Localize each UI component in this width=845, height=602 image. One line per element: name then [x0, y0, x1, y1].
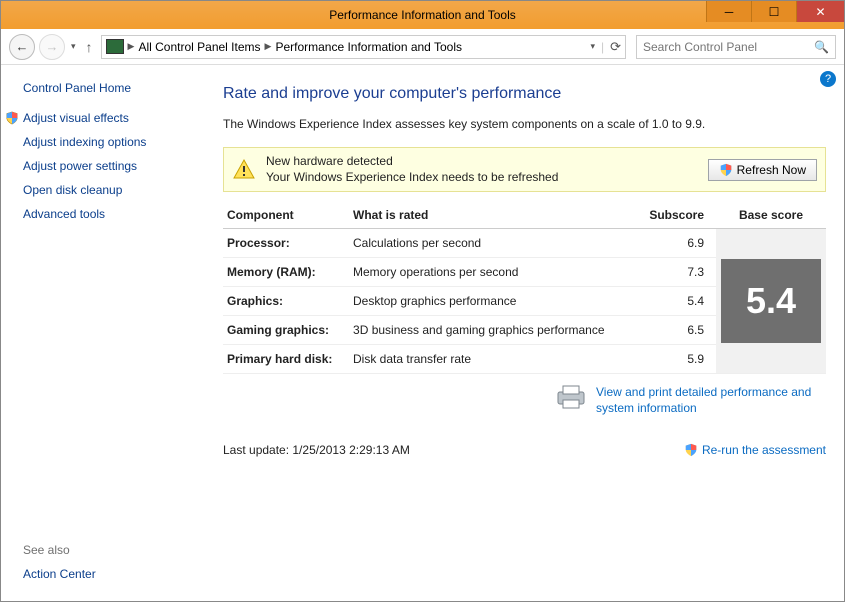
component-subscore: 5.9: [637, 345, 716, 374]
alert-line1: New hardware detected: [266, 154, 558, 170]
rerun-label: Re-run the assessment: [702, 443, 826, 457]
breadcrumb-item[interactable]: Performance Information and Tools: [275, 40, 462, 54]
component-subscore: 5.4: [637, 287, 716, 316]
sidebar-item-label: Open disk cleanup: [23, 183, 122, 197]
warning-icon: [232, 158, 256, 182]
see-also-label: See also: [23, 543, 201, 557]
back-button[interactable]: ←: [9, 34, 35, 60]
component-rated: Memory operations per second: [349, 258, 637, 287]
sidebar-item-label: Adjust power settings: [23, 159, 137, 173]
sidebar: Control Panel Home Adjust visual effects…: [1, 65, 211, 601]
component-rated: Disk data transfer rate: [349, 345, 637, 374]
computer-icon: [106, 39, 124, 54]
component-rated: 3D business and gaming graphics performa…: [349, 316, 637, 345]
history-dropdown-icon[interactable]: ▾: [69, 41, 78, 52]
component-subscore: 6.5: [637, 316, 716, 345]
component-name: Primary hard disk:: [223, 345, 349, 374]
main-content: Rate and improve your computer's perform…: [211, 65, 844, 601]
maximize-button[interactable]: ☐: [751, 1, 796, 22]
component-name: Processor:: [223, 229, 349, 258]
page-description: The Windows Experience Index assesses ke…: [223, 117, 826, 131]
performance-table: Component What is rated Subscore Base sc…: [223, 202, 826, 374]
close-button[interactable]: ✕: [796, 1, 844, 22]
component-rated: Calculations per second: [349, 229, 637, 258]
sidebar-item-label: Adjust indexing options: [23, 135, 146, 149]
refresh-button-label: Refresh Now: [737, 163, 806, 177]
component-subscore: 6.9: [637, 229, 716, 258]
sidebar-item-action-center[interactable]: Action Center: [23, 567, 201, 581]
shield-icon: [684, 443, 698, 457]
component-name: Graphics:: [223, 287, 349, 316]
col-subscore: Subscore: [637, 202, 716, 229]
up-button[interactable]: ↑: [82, 39, 97, 55]
breadcrumb[interactable]: ▶ All Control Panel Items ▶ Performance …: [101, 35, 626, 59]
chevron-down-icon[interactable]: ▾: [590, 41, 595, 52]
sidebar-item-power[interactable]: Adjust power settings: [23, 159, 201, 173]
rerun-assessment-link[interactable]: Re-run the assessment: [684, 443, 826, 457]
navbar: ← → ▾ ↑ ▶ All Control Panel Items ▶ Perf…: [1, 29, 844, 65]
col-rated: What is rated: [349, 202, 637, 229]
sidebar-item-label: Action Center: [23, 567, 96, 581]
component-rated: Desktop graphics performance: [349, 287, 637, 316]
table-row: Processor: Calculations per second 6.9 5…: [223, 229, 826, 258]
forward-button[interactable]: →: [39, 34, 65, 60]
component-name: Gaming graphics:: [223, 316, 349, 345]
sidebar-item-label: Advanced tools: [23, 207, 105, 221]
control-panel-home-link[interactable]: Control Panel Home: [23, 81, 201, 95]
col-basescore: Base score: [716, 202, 826, 229]
component-name: Memory (RAM):: [223, 258, 349, 287]
search-icon: 🔍: [814, 40, 829, 54]
alert-line2: Your Windows Experience Index needs to b…: [266, 170, 558, 186]
view-detail-link[interactable]: View and print detailed performance and …: [596, 384, 826, 416]
help-icon[interactable]: ?: [820, 71, 836, 87]
printer-icon: [554, 384, 588, 410]
base-score-cell: 5.4: [716, 229, 826, 374]
page-title: Rate and improve your computer's perform…: [223, 85, 826, 103]
search-box[interactable]: 🔍: [636, 35, 836, 59]
refresh-icon[interactable]: ⟳: [610, 39, 621, 55]
alert-banner: New hardware detected Your Windows Exper…: [223, 147, 826, 192]
sidebar-item-advanced[interactable]: Advanced tools: [23, 207, 201, 221]
detail-link-row: View and print detailed performance and …: [223, 384, 826, 416]
sidebar-item-visual-effects[interactable]: Adjust visual effects: [5, 111, 201, 125]
component-subscore: 7.3: [637, 258, 716, 287]
shield-icon: [5, 111, 19, 125]
refresh-now-button[interactable]: Refresh Now: [708, 159, 817, 181]
minimize-button[interactable]: ─: [706, 1, 751, 22]
sidebar-item-label: Adjust visual effects: [23, 111, 129, 125]
titlebar: Performance Information and Tools ─ ☐ ✕: [1, 1, 844, 29]
search-input[interactable]: [643, 40, 814, 54]
sidebar-item-indexing[interactable]: Adjust indexing options: [23, 135, 201, 149]
col-component: Component: [223, 202, 349, 229]
base-score-value: 5.4: [721, 259, 821, 343]
chevron-right-icon: ▶: [261, 41, 276, 52]
shield-icon: [719, 163, 733, 177]
sidebar-item-cleanup[interactable]: Open disk cleanup: [23, 183, 201, 197]
last-update-label: Last update: 1/25/2013 2:29:13 AM: [223, 443, 410, 457]
breadcrumb-item[interactable]: All Control Panel Items: [138, 40, 260, 54]
chevron-right-icon: ▶: [124, 41, 139, 52]
